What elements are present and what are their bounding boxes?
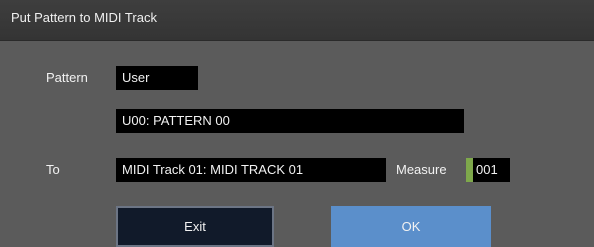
measure-field[interactable]: 001 bbox=[473, 158, 510, 182]
measure-focus-indicator bbox=[466, 158, 473, 182]
ok-button[interactable]: OK bbox=[331, 206, 491, 247]
to-label: To bbox=[46, 162, 60, 177]
dialog-titlebar: Put Pattern to MIDI Track bbox=[0, 0, 594, 41]
dialog-title: Put Pattern to MIDI Track bbox=[11, 10, 157, 25]
put-pattern-dialog: Put Pattern to MIDI Track Pattern User U… bbox=[0, 0, 594, 247]
exit-button[interactable]: Exit bbox=[116, 206, 274, 247]
pattern-name-select[interactable]: U00: PATTERN 00 bbox=[116, 109, 464, 133]
midi-track-select[interactable]: MIDI Track 01: MIDI TRACK 01 bbox=[116, 158, 386, 182]
measure-label: Measure bbox=[396, 162, 447, 177]
pattern-label: Pattern bbox=[46, 70, 88, 85]
pattern-bank-select[interactable]: User bbox=[116, 66, 198, 90]
